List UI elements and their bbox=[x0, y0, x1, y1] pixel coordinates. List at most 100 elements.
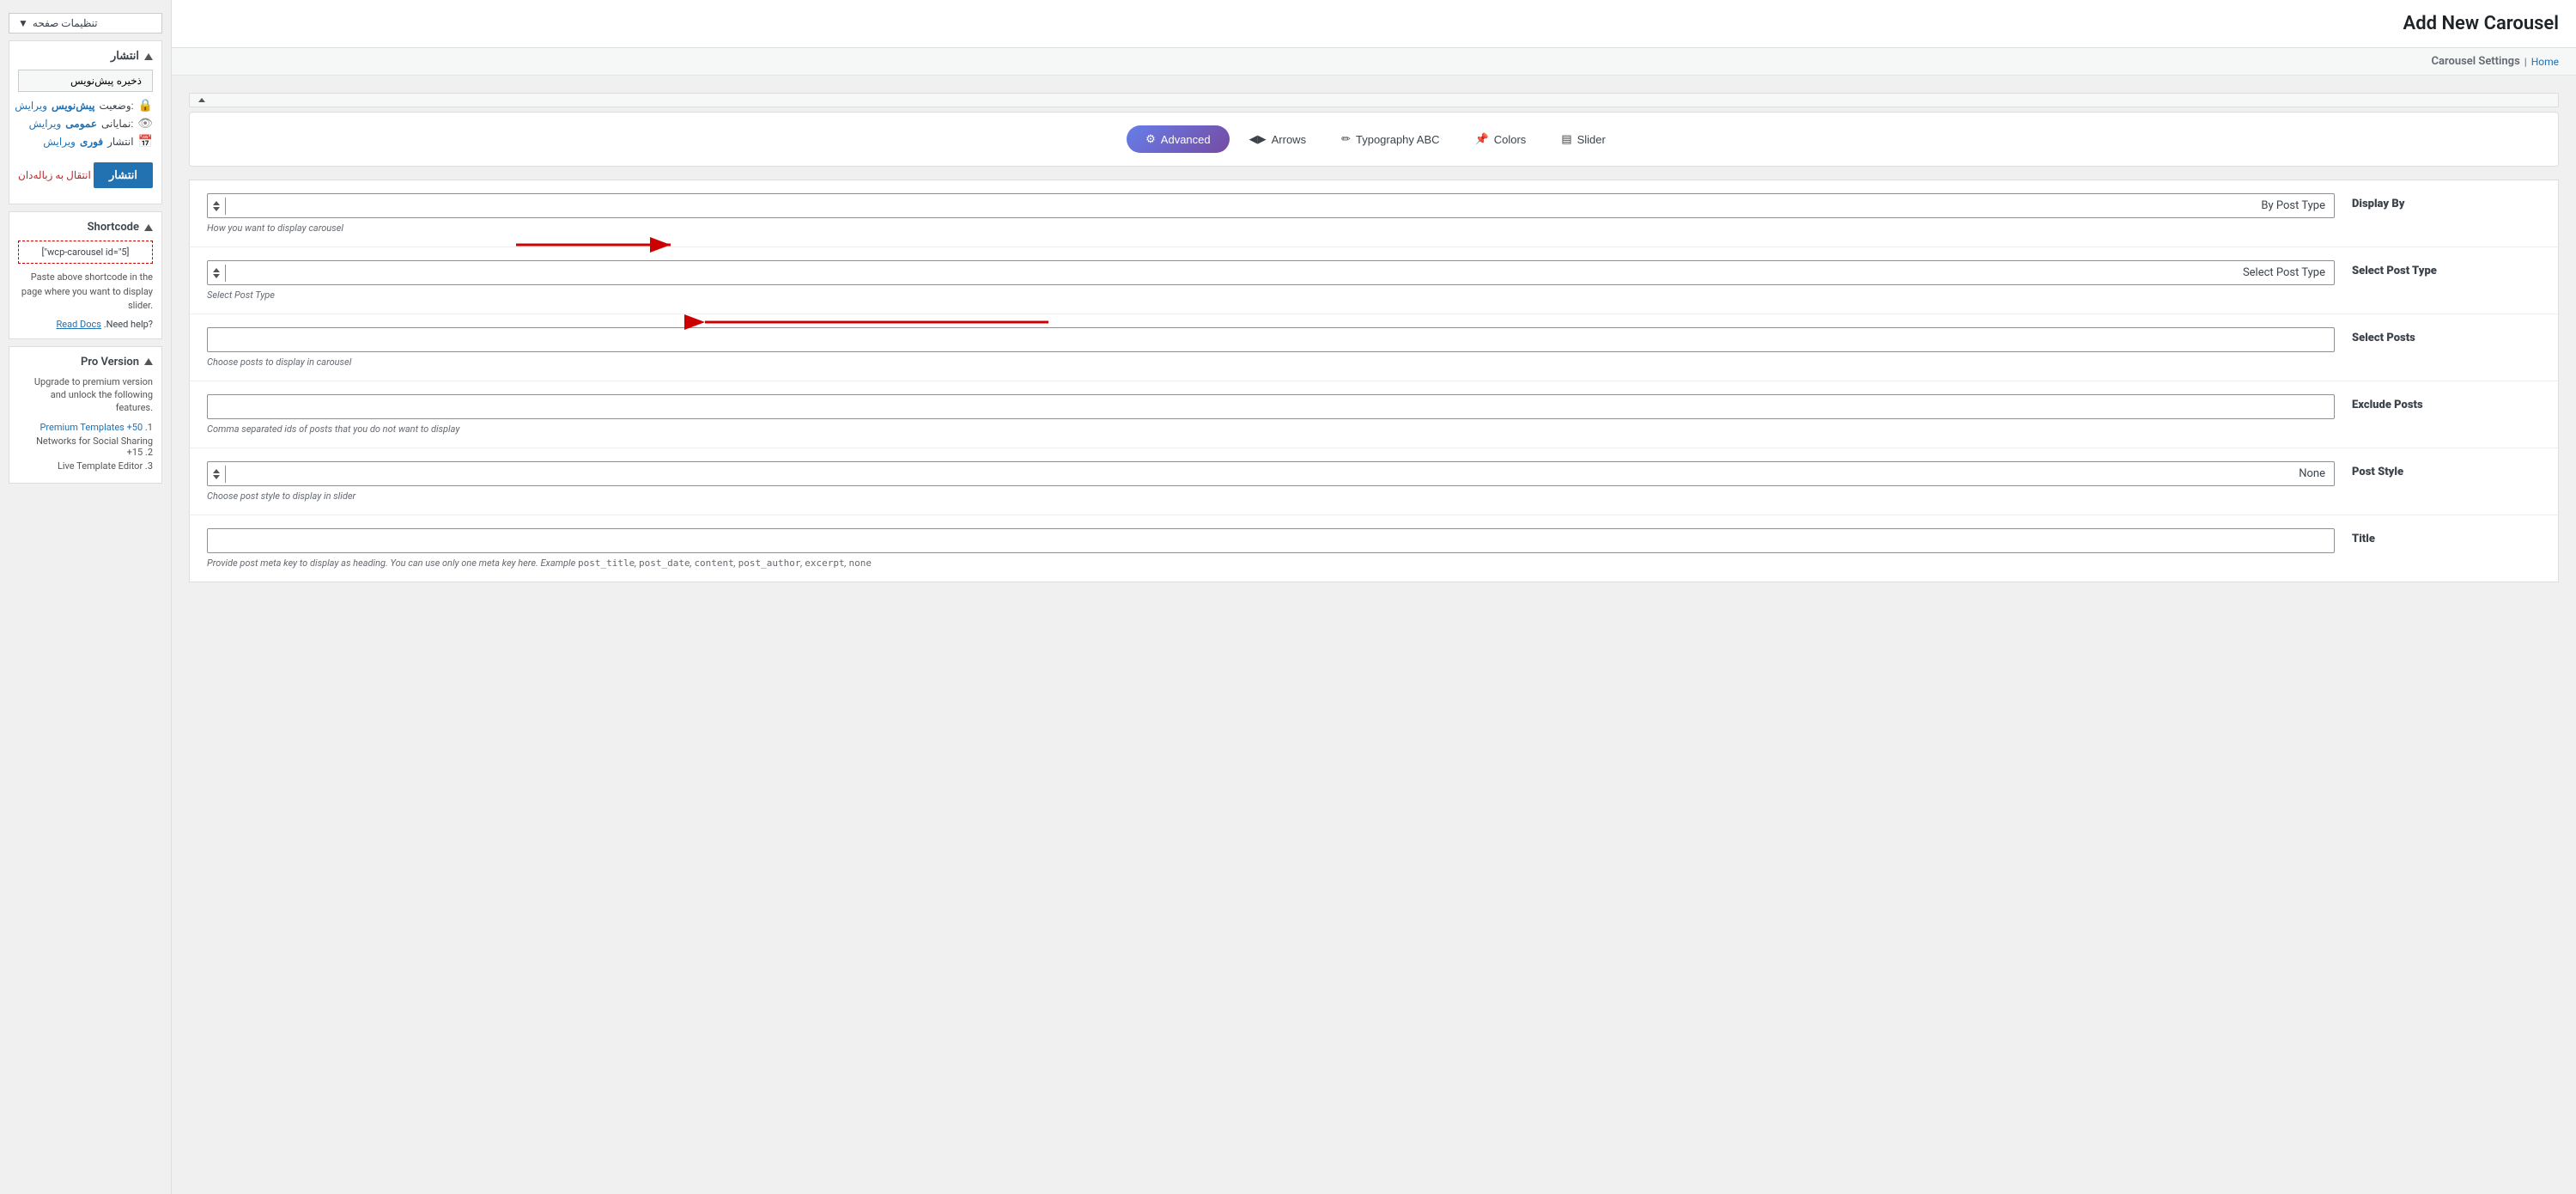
main-header: Add New Carousel bbox=[172, 0, 2576, 48]
select-posts-control: Choose posts to display in carousel bbox=[207, 327, 2335, 368]
pro-description: Upgrade to premium version and unlock th… bbox=[18, 375, 153, 415]
exclude-posts-row: Comma separated ids of posts that you do… bbox=[190, 381, 2558, 448]
eye-icon: 👁 bbox=[137, 117, 153, 131]
display-by-control: By Post Type How you want to display car… bbox=[207, 193, 2335, 234]
calendar-icon: 📅 bbox=[138, 135, 153, 149]
tab-colors-label: Colors bbox=[1494, 133, 1527, 146]
shortcode-description: Paste above shortcode in the page where … bbox=[18, 271, 153, 314]
home-breadcrumb[interactable]: Home bbox=[2531, 56, 2559, 68]
select-post-type-arrows[interactable] bbox=[208, 265, 226, 282]
collapse-icon bbox=[144, 53, 153, 60]
display-by-arrows[interactable] bbox=[208, 198, 226, 215]
sidebar: ▼ تنظیمات صفحه انتشار ذخیره پیش‌نویس ویر… bbox=[0, 0, 172, 1194]
select-posts-row: Choose posts to display in carousel Sele… bbox=[190, 314, 2558, 381]
post-style-arrows[interactable] bbox=[208, 466, 226, 483]
publish-date-row: ویرایش فوری انتشار 📅 bbox=[18, 135, 153, 149]
help-text: .Need help? bbox=[104, 319, 153, 330]
shortcode-title: Shortcode bbox=[88, 221, 139, 234]
status-edit-link[interactable]: ویرایش bbox=[15, 100, 47, 112]
title-row: Provide post meta key to display as head… bbox=[190, 515, 2558, 582]
exclude-posts-input[interactable] bbox=[207, 394, 2335, 419]
select-post-type-label: Select Post Type bbox=[2352, 260, 2541, 277]
tabs-row: ⚙ Advanced ◀▶ Arrows ✏ Typography ABC 📌 … bbox=[203, 125, 2545, 153]
slider-icon: ▤ bbox=[1561, 132, 1571, 146]
post-style-row: None Choose post style to display in sli… bbox=[190, 448, 2558, 515]
visibility-edit-link[interactable]: ویرایش bbox=[29, 118, 62, 130]
select-post-type-up[interactable] bbox=[213, 268, 220, 272]
exclude-posts-control: Comma separated ids of posts that you do… bbox=[207, 394, 2335, 435]
title-control: Provide post meta key to display as head… bbox=[207, 528, 2335, 569]
publish-date-edit-link[interactable]: ویرایش bbox=[43, 136, 76, 148]
carousel-settings-label: Carousel Settings bbox=[2432, 55, 2520, 68]
visibility-value: عمومی bbox=[65, 118, 97, 130]
tab-arrows[interactable]: ◀▶ Arrows bbox=[1234, 125, 1321, 153]
main-content: Add New Carousel Carousel Settings | Hom… bbox=[172, 0, 2576, 1194]
display-by-up[interactable] bbox=[213, 201, 220, 205]
select-post-type-select[interactable]: Select Post Type bbox=[207, 260, 2335, 285]
trash-link[interactable]: انتقال به زباله‌دان bbox=[18, 169, 91, 181]
triangle-down-icon: ▼ bbox=[18, 17, 28, 29]
post-style-select[interactable]: None bbox=[207, 461, 2335, 486]
shortcode-section: Shortcode ["wcp-carousel id="5] Paste ab… bbox=[9, 211, 162, 339]
publish-button[interactable]: انتشار bbox=[94, 162, 153, 188]
display-by-label: Display By bbox=[2352, 193, 2541, 210]
tab-slider-label: Slider bbox=[1577, 133, 1606, 146]
settings-container: By Post Type How you want to display car… bbox=[189, 180, 2559, 582]
help-row: Read Docs .Need help? bbox=[18, 319, 153, 330]
tab-advanced[interactable]: ⚙ Advanced bbox=[1127, 125, 1229, 153]
status-label: وضعیت: bbox=[99, 100, 133, 112]
exclude-posts-label: Exclude Posts bbox=[2352, 394, 2541, 411]
advanced-icon: ⚙ bbox=[1145, 132, 1156, 146]
visibility-row: ویرایش عمومی نمایانی: 👁 bbox=[18, 117, 153, 131]
status-row: ویرایش پیش‌نویس وضعیت: 🔒 bbox=[18, 99, 153, 113]
status-value: پیش‌نویس bbox=[52, 100, 94, 112]
select-post-type-value: Select Post Type bbox=[226, 261, 2334, 284]
tabs-container: ⚙ Advanced ◀▶ Arrows ✏ Typography ABC 📌 … bbox=[189, 112, 2559, 167]
shortcode-value[interactable]: ["wcp-carousel id="5] bbox=[18, 241, 153, 264]
collapse-bar[interactable] bbox=[189, 93, 2559, 107]
pro-item-3: Live Template Editor .3 bbox=[18, 460, 153, 472]
display-by-value: By Post Type bbox=[226, 194, 2334, 217]
tab-typography[interactable]: ✏ Typography ABC bbox=[1326, 125, 1455, 153]
page-title: Add New Carousel bbox=[2403, 13, 2559, 34]
breadcrumb-bar: Carousel Settings | Home bbox=[172, 48, 2576, 76]
tab-slider[interactable]: ▤ Slider bbox=[1546, 125, 1621, 153]
select-post-type-hint: Select Post Type bbox=[207, 289, 2335, 301]
post-style-control: None Choose post style to display in sli… bbox=[207, 461, 2335, 502]
publish-date-label: انتشار bbox=[107, 136, 133, 148]
post-style-label: Post Style bbox=[2352, 461, 2541, 478]
select-post-type-control: Select Post Type Select Post Type bbox=[207, 260, 2335, 301]
title-input[interactable] bbox=[207, 528, 2335, 553]
title-label: Title bbox=[2352, 528, 2541, 545]
post-style-up[interactable] bbox=[213, 469, 220, 473]
pro-collapse-icon bbox=[144, 358, 153, 365]
premium-templates-link[interactable]: Premium Templates +50 bbox=[39, 422, 143, 433]
select-post-type-row: Select Post Type Select Post Type Select… bbox=[190, 247, 2558, 314]
post-style-down[interactable] bbox=[213, 475, 220, 479]
save-draft-button[interactable]: ذخیره پیش‌نویس bbox=[18, 70, 153, 92]
pro-item-1: Premium Templates +50 .1 bbox=[18, 422, 153, 433]
select-post-type-down[interactable] bbox=[213, 274, 220, 278]
post-style-hint: Choose post style to display in slider bbox=[207, 490, 2335, 502]
content-area: ⚙ Advanced ◀▶ Arrows ✏ Typography ABC 📌 … bbox=[172, 76, 2576, 600]
exclude-posts-hint: Comma separated ids of posts that you do… bbox=[207, 423, 2335, 435]
select-posts-input[interactable] bbox=[207, 327, 2335, 352]
title-hint: Provide post meta key to display as head… bbox=[207, 557, 2335, 569]
shortcode-collapse-icon bbox=[144, 224, 153, 231]
shortcode-header: Shortcode bbox=[18, 221, 153, 234]
arrows-icon: ◀▶ bbox=[1249, 132, 1267, 146]
post-style-value: None bbox=[226, 462, 2334, 485]
select-posts-hint: Choose posts to display in carousel bbox=[207, 356, 2335, 368]
read-docs-link[interactable]: Read Docs bbox=[57, 319, 101, 330]
tab-advanced-label: Advanced bbox=[1161, 133, 1211, 146]
page-settings-toggle[interactable]: ▼ تنظیمات صفحه bbox=[9, 13, 162, 34]
tab-arrows-label: Arrows bbox=[1272, 133, 1306, 146]
display-by-select[interactable]: By Post Type bbox=[207, 193, 2335, 218]
tab-colors[interactable]: 📌 Colors bbox=[1460, 125, 1542, 153]
typography-icon: ✏ bbox=[1341, 132, 1351, 146]
display-by-hint: How you want to display carousel bbox=[207, 222, 2335, 234]
display-by-down[interactable] bbox=[213, 207, 220, 211]
page-settings-label: تنظیمات صفحه bbox=[33, 17, 98, 29]
colors-icon: 📌 bbox=[1475, 132, 1489, 146]
pro-section: Pro Version Upgrade to premium version a… bbox=[9, 346, 162, 484]
